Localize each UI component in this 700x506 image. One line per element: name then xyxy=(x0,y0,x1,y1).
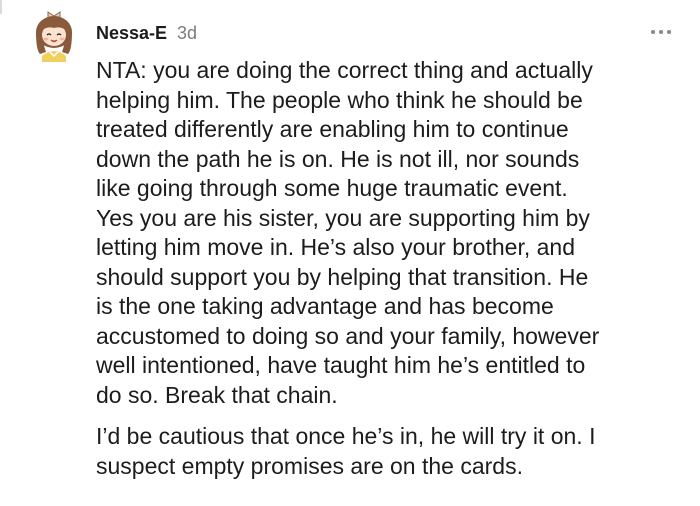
more-options-button[interactable] xyxy=(646,22,676,42)
more-options-icon xyxy=(651,30,655,34)
comment-header: Nessa-E 3d xyxy=(96,20,197,46)
timestamp[interactable]: 3d xyxy=(177,23,197,44)
comment-paragraph: I’d be cautious that once he’s in, he wi… xyxy=(96,423,596,479)
avatar-icon[interactable] xyxy=(30,6,82,62)
more-options-icon xyxy=(659,30,663,34)
username[interactable]: Nessa-E xyxy=(96,23,167,44)
comment-body: NTA: you are doing the correct thing and… xyxy=(96,56,688,481)
more-options-icon xyxy=(667,30,671,34)
comment-paragraph: NTA: you are doing the correct thing and… xyxy=(96,57,600,408)
comment: Nessa-E 3d NTA: you are doing the correc… xyxy=(0,0,700,506)
